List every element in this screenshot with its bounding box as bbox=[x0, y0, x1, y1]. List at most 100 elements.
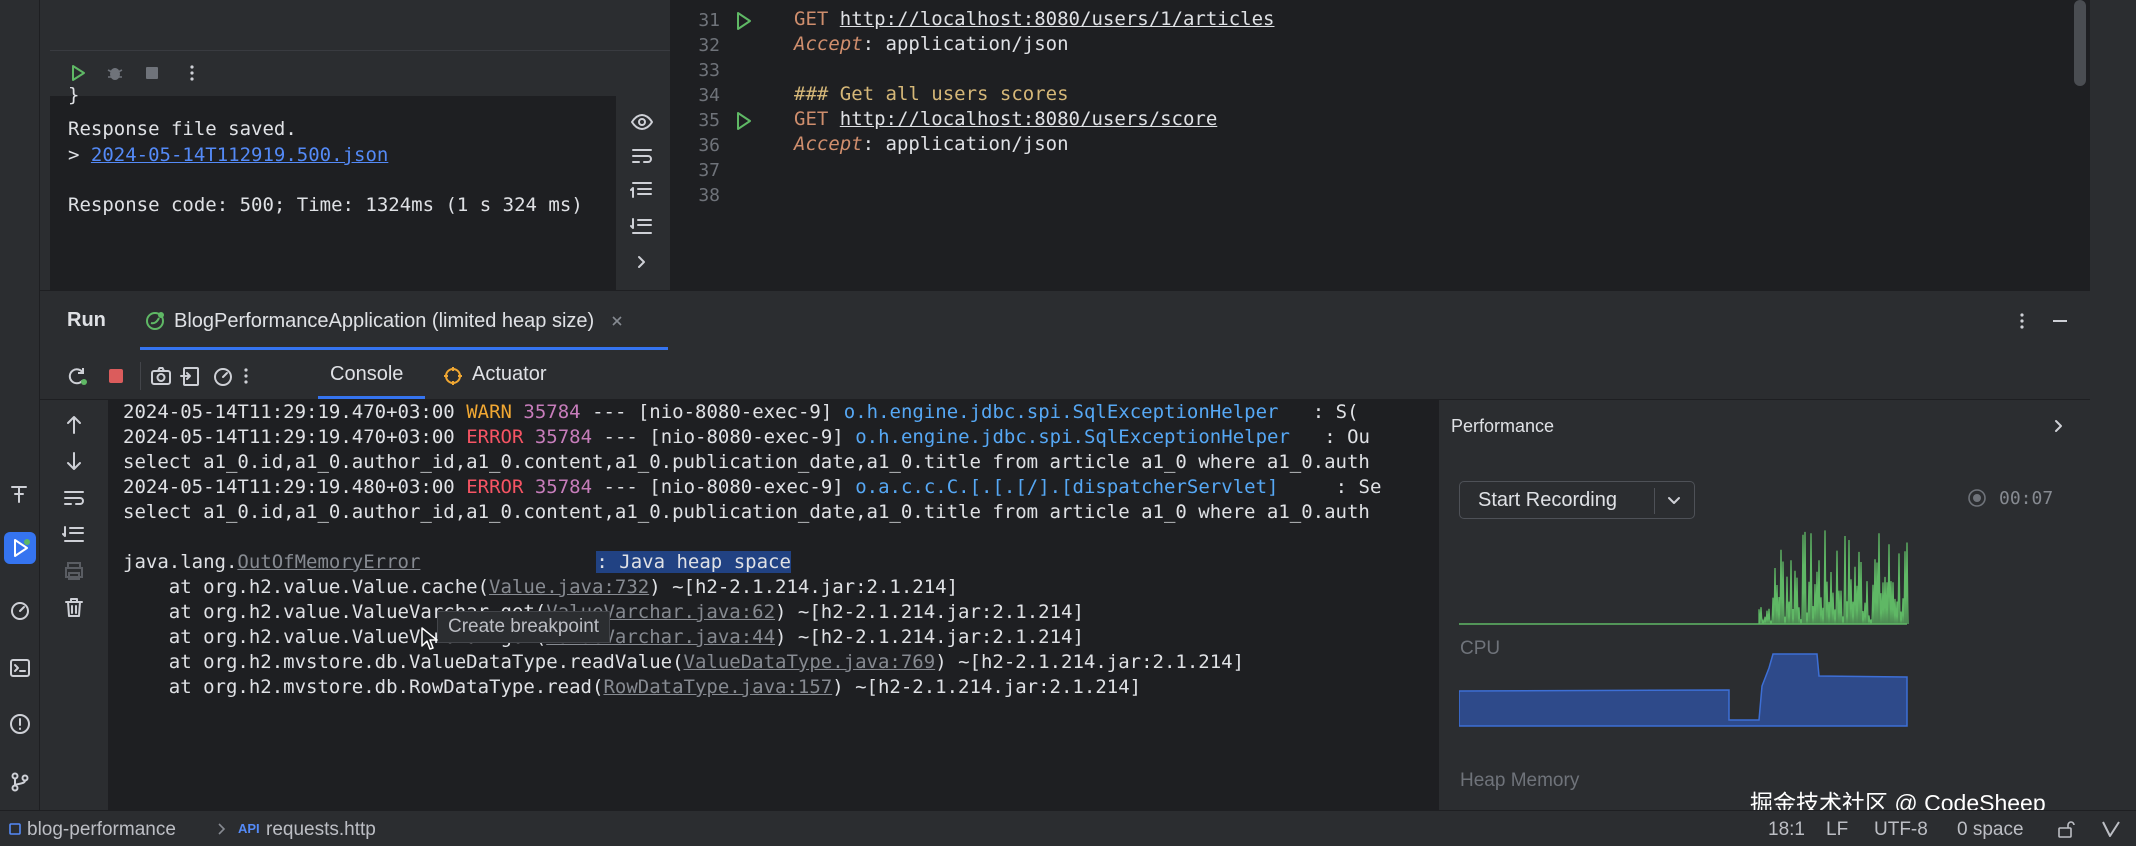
performance-panel: Performance 00:07 CPU Heap Memory bbox=[1438, 400, 2090, 810]
chevron-down-icon[interactable] bbox=[1664, 492, 1684, 510]
http-method: GET bbox=[794, 108, 829, 130]
problems-icon[interactable] bbox=[4, 708, 36, 740]
minimize-icon[interactable] bbox=[2050, 311, 2070, 331]
stack-frame-jar: ) ~[h2-2.1.214.jar:2.1.214] bbox=[832, 676, 1142, 698]
cpu-activity-line bbox=[1758, 530, 1909, 625]
line-number: 32 bbox=[698, 35, 720, 56]
log-line: 2024-05-14T11:29:19.470+03:00 ERROR 3578… bbox=[123, 426, 1370, 448]
module-icon bbox=[9, 823, 21, 835]
editor-scrollbar[interactable] bbox=[2074, 0, 2086, 86]
indent-setting[interactable]: 0 space bbox=[1957, 819, 2024, 841]
log-separator: --- bbox=[603, 476, 638, 498]
heap-memory-label: Heap Memory bbox=[1460, 770, 1580, 791]
stop-icon[interactable] bbox=[142, 63, 162, 83]
prompt-symbol: > bbox=[68, 144, 80, 166]
heap-memory-graph bbox=[1459, 653, 1908, 727]
log-pid: 35784 bbox=[534, 426, 593, 448]
camera-icon[interactable] bbox=[150, 365, 172, 387]
stack-frame-link[interactable]: RowDataType.java:157 bbox=[603, 676, 832, 698]
performance-title: Performance bbox=[1451, 416, 1555, 436]
rerun-icon[interactable] bbox=[66, 365, 88, 387]
trash-icon[interactable] bbox=[62, 596, 86, 618]
request-url[interactable]: http://localhost:8080/users/1/articles bbox=[840, 8, 1275, 30]
vcs-status-icon[interactable] bbox=[2100, 819, 2122, 839]
start-recording-button[interactable]: Start Recording bbox=[1459, 481, 1695, 519]
more-vertical-icon[interactable] bbox=[2012, 311, 2032, 331]
caret-position[interactable]: 18:1 bbox=[1768, 819, 1805, 841]
gauge-icon[interactable] bbox=[212, 365, 234, 387]
console-output[interactable]: 2024-05-14T11:29:19.470+03:00 WARN 35784… bbox=[108, 400, 1438, 810]
eye-icon[interactable] bbox=[630, 112, 654, 132]
run-title: Run bbox=[67, 309, 106, 331]
header-value: : application/json bbox=[862, 133, 1069, 155]
more-vertical-icon[interactable] bbox=[182, 63, 202, 83]
log-logger[interactable]: o.h.engine.jdbc.spi.SqlExceptionHelper bbox=[855, 426, 1290, 448]
run-tool-header: Run BlogPerformanceApplication (limited … bbox=[40, 290, 2090, 352]
log-message: : Se bbox=[1289, 476, 1382, 498]
run-request-icon[interactable] bbox=[734, 110, 754, 132]
log-line: 2024-05-14T11:29:19.470+03:00 WARN 35784… bbox=[123, 401, 1359, 423]
stop-icon[interactable] bbox=[106, 366, 126, 386]
run-tool-icon[interactable] bbox=[4, 532, 36, 564]
print-icon[interactable] bbox=[62, 560, 86, 582]
run-icon[interactable] bbox=[68, 63, 88, 83]
stack-frame-link[interactable]: Value.java:732 bbox=[489, 576, 649, 598]
create-breakpoint-tooltip[interactable]: Create breakpoint bbox=[437, 611, 611, 643]
chevron-right-icon[interactable] bbox=[2051, 416, 2067, 436]
split-divider bbox=[1654, 488, 1655, 514]
stack-frame-jar: ) ~[h2-2.1.214.jar:2.1.214] bbox=[649, 576, 959, 598]
cpu-graph bbox=[1459, 530, 1909, 625]
log-separator: --- bbox=[603, 426, 638, 448]
more-vertical-icon[interactable] bbox=[236, 366, 256, 386]
response-file-link[interactable]: 2024-05-14T112919.500.json bbox=[91, 144, 388, 166]
code-line: GET http://localhost:8080/users/1/articl… bbox=[794, 8, 1274, 30]
tab-console[interactable]: Console bbox=[330, 363, 403, 386]
request-url[interactable]: http://localhost:8080/users/score bbox=[840, 108, 1218, 130]
unlock-icon[interactable] bbox=[2056, 819, 2076, 839]
http-editor[interactable]: 31 GET http://localhost:8080/users/1/art… bbox=[670, 0, 2090, 290]
stack-frame: at org.h2.value.Value.cache(Value.java:7… bbox=[123, 576, 958, 598]
git-icon[interactable] bbox=[4, 766, 36, 798]
project-breadcrumb[interactable]: blog-performance bbox=[27, 819, 176, 841]
response-saved-text: Response file saved. bbox=[68, 118, 297, 140]
stack-frame-jar: ) ~[h2-2.1.214.jar:2.1.214] bbox=[775, 601, 1084, 623]
log-thread: [nio-8080-exec-9] bbox=[637, 401, 833, 423]
text-format-icon[interactable] bbox=[4, 478, 36, 510]
log-logger[interactable]: o.h.engine.jdbc.spi.SqlExceptionHelper bbox=[844, 401, 1279, 423]
file-breadcrumb[interactable]: requests.http bbox=[266, 819, 376, 841]
code-comment: ### Get all users scores bbox=[794, 83, 1069, 105]
close-icon[interactable] bbox=[608, 312, 626, 330]
scroll-top-icon[interactable] bbox=[630, 180, 654, 200]
arrow-up-icon[interactable] bbox=[64, 414, 84, 436]
soft-wrap-icon[interactable] bbox=[630, 146, 654, 166]
file-encoding[interactable]: UTF-8 bbox=[1874, 819, 1928, 841]
soft-wrap-icon[interactable] bbox=[62, 488, 86, 508]
recording-timer: 00:07 bbox=[1999, 488, 2054, 509]
tab-actuator[interactable]: Actuator bbox=[472, 363, 546, 386]
scroll-end-icon[interactable] bbox=[62, 524, 86, 544]
arrow-down-icon[interactable] bbox=[64, 450, 84, 472]
log-logger[interactable]: o.a.c.c.C.[.[.[/].[dispatcherServlet] bbox=[855, 476, 1278, 498]
run-toolbar: Console Actuator bbox=[40, 352, 2090, 400]
run-request-icon[interactable] bbox=[734, 10, 754, 32]
profiler-icon[interactable] bbox=[4, 594, 36, 626]
terminal-icon[interactable] bbox=[4, 652, 36, 684]
header-value: : application/json bbox=[862, 33, 1069, 55]
stack-frame-link[interactable]: ValueDataType.java:769 bbox=[684, 651, 936, 673]
exception-class-link[interactable]: OutOfMemoryError bbox=[237, 551, 420, 573]
exit-icon[interactable] bbox=[180, 365, 202, 387]
chevron-right-icon[interactable] bbox=[634, 252, 650, 272]
actuator-icon bbox=[444, 367, 462, 385]
response-code-text: Response code: 500; Time: 1324ms (1 s 32… bbox=[68, 194, 583, 216]
run-config-tab[interactable]: BlogPerformanceApplication (limited heap… bbox=[144, 305, 626, 337]
log-line: 2024-05-14T11:29:19.480+03:00 ERROR 3578… bbox=[123, 476, 1381, 498]
debug-icon[interactable] bbox=[105, 63, 125, 83]
header-name: Accept bbox=[794, 133, 863, 155]
code-line: Accept: application/json bbox=[794, 33, 1069, 55]
recording-status-icon bbox=[1968, 489, 1986, 507]
scroll-end-icon[interactable] bbox=[630, 216, 654, 236]
line-separator[interactable]: LF bbox=[1826, 819, 1848, 841]
log-separator: --- bbox=[592, 401, 627, 423]
log-timestamp: 2024-05-14T11:29:19.470+03:00 bbox=[123, 401, 455, 423]
log-thread: [nio-8080-exec-9] bbox=[649, 426, 844, 448]
